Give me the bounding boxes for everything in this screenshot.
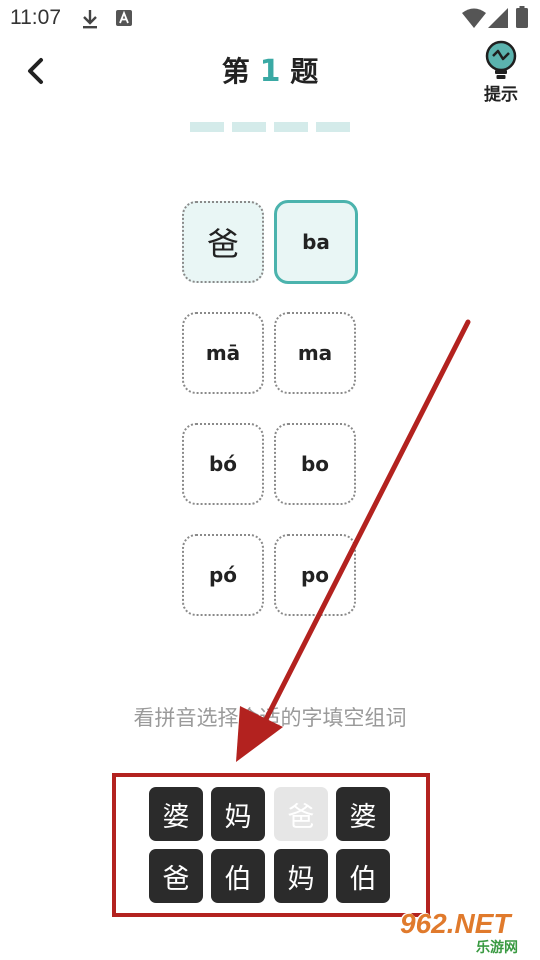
progress-segment: [316, 122, 350, 132]
pinyin-tile[interactable]: bó: [182, 423, 264, 505]
page-title: 第 1 题: [0, 50, 540, 90]
battery-icon: [516, 6, 528, 28]
title-suffix: 题: [290, 55, 319, 88]
wifi-icon: [462, 8, 486, 28]
pinyin-tile[interactable]: bo: [274, 423, 356, 505]
status-bar: 11:07: [0, 0, 540, 36]
character-key[interactable]: 伯: [336, 849, 390, 903]
lightbulb-icon: [485, 40, 517, 79]
pinyin-tile[interactable]: mā: [182, 312, 264, 394]
character-key[interactable]: 妈: [274, 849, 328, 903]
character-key-used: 爸: [274, 787, 328, 841]
pinyin-tile[interactable]: ma: [274, 312, 356, 394]
character-key[interactable]: 婆: [336, 787, 390, 841]
signal-icon: [488, 8, 508, 28]
font-a-icon: [116, 10, 132, 26]
progress-segment: [190, 122, 224, 132]
character-key[interactable]: 妈: [211, 787, 265, 841]
pinyin-tile[interactable]: pó: [182, 534, 264, 616]
progress-segment: [232, 122, 266, 132]
character-key[interactable]: 爸: [149, 849, 203, 903]
question-number: 1: [259, 54, 281, 89]
pinyin-tile[interactable]: po: [274, 534, 356, 616]
question-progress: [190, 122, 350, 132]
download-icon: [83, 10, 97, 29]
progress-segment: [274, 122, 308, 132]
hint-label: 提示: [484, 85, 518, 105]
status-time: 11:07: [10, 6, 61, 29]
pinyin-tile-selected[interactable]: ba: [274, 200, 358, 284]
hint-button[interactable]: 提示: [476, 40, 526, 105]
instruction-text: 看拼音选择合适的字填空组词: [133, 706, 407, 730]
watermark-brand: 962.NET: [400, 908, 511, 939]
watermark-site: 乐游网: [476, 940, 518, 956]
answer-slot-character[interactable]: 爸: [182, 201, 264, 283]
title-prefix: 第: [221, 55, 250, 88]
character-key[interactable]: 婆: [149, 787, 203, 841]
watermark-logo: 962.NET 乐游网: [400, 908, 536, 956]
character-key[interactable]: 伯: [211, 849, 265, 903]
